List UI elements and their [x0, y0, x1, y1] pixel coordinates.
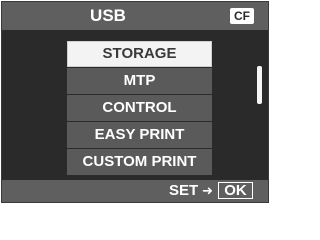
page-title: USB — [90, 6, 126, 25]
usb-mode-menu: STORAGE MTP CONTROL EASY PRINT CUSTOM PR… — [67, 41, 212, 176]
menu-item-easy-print[interactable]: EASY PRINT — [67, 122, 212, 148]
menu-item-storage[interactable]: STORAGE — [67, 41, 212, 67]
arrow-right-icon: ➜ — [202, 183, 213, 198]
usb-menu-screen: USB CF STORAGE MTP CONTROL EASY PRINT CU… — [1, 1, 269, 203]
set-label: SET — [169, 182, 199, 199]
scroll-thumb[interactable] — [257, 66, 262, 104]
scrollbar[interactable] — [257, 38, 262, 176]
menu-item-control[interactable]: CONTROL — [67, 95, 212, 121]
menu-item-mtp[interactable]: MTP — [67, 68, 212, 94]
footer-bar: SET ➜ OK — [2, 180, 268, 202]
menu-item-custom-print[interactable]: CUSTOM PRINT — [67, 149, 212, 175]
card-badge: CF — [230, 8, 254, 24]
ok-button[interactable]: OK — [218, 182, 253, 199]
title-bar: USB CF — [2, 2, 268, 30]
